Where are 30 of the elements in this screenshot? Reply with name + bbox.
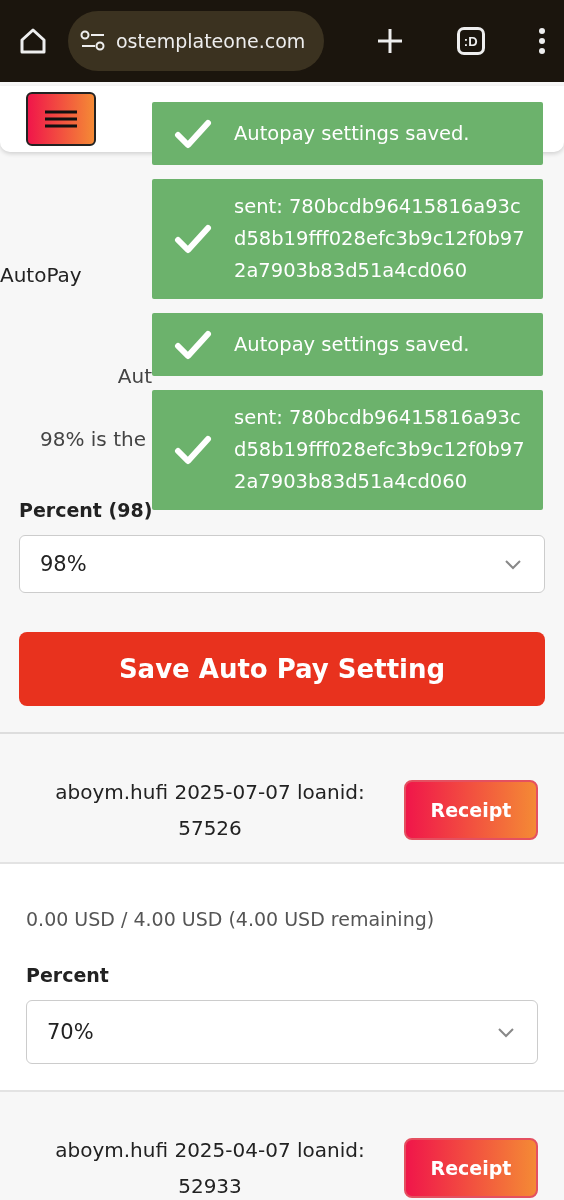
toast-message: Autopay settings saved. [234,331,471,358]
percent-select[interactable]: 98% [19,535,545,593]
field-label: Percent (98) [19,499,153,521]
loan-title: aboym.hufi 2025-07-07 loanid: 57526 [54,779,366,842]
check-icon [174,224,212,254]
address-bar[interactable]: ostemplateone.com [68,11,324,71]
chevron-icon [504,558,522,570]
menu-button[interactable] [26,92,96,146]
toast-message: sent: 780bcdb96415816a93cd58b19fff028efc3b9c12f0b972a7903b83d51a4cd060 [234,405,526,495]
menu-icon[interactable] [538,27,546,55]
section-title: AutoPay [0,263,82,287]
field-label: Percent [26,964,109,986]
note-text: 98% is the [40,426,146,453]
balance-text: Aut [117,363,152,390]
check-icon [174,329,212,360]
toast-message: Autopay settings saved. [234,120,471,147]
percent-select[interactable]: 70% [26,1000,538,1064]
toast-message: sent: 780bcdb96415816a93cd58b19fff028efc3b9c12f0b972a7903b83d51a4cd060 [234,194,526,284]
amount-text: 0.00 USD / 4.00 USD (4.00 USD remaining) [26,908,436,930]
home-icon[interactable] [18,26,48,56]
tab-switcher[interactable]: :D [456,27,485,55]
url-text: ostemplateone.com [116,30,306,52]
site-settings-icon [80,30,106,52]
check-icon [174,118,212,149]
save-button[interactable]: Save Auto Pay Setting [19,632,545,706]
chevron-icon [497,1026,515,1038]
check-icon [174,435,212,465]
menu-icon [45,110,77,128]
new-tab-icon[interactable] [377,28,404,54]
loan-title: aboym.hufi 2025-04-07 loanid: 52933 [54,1137,366,1200]
